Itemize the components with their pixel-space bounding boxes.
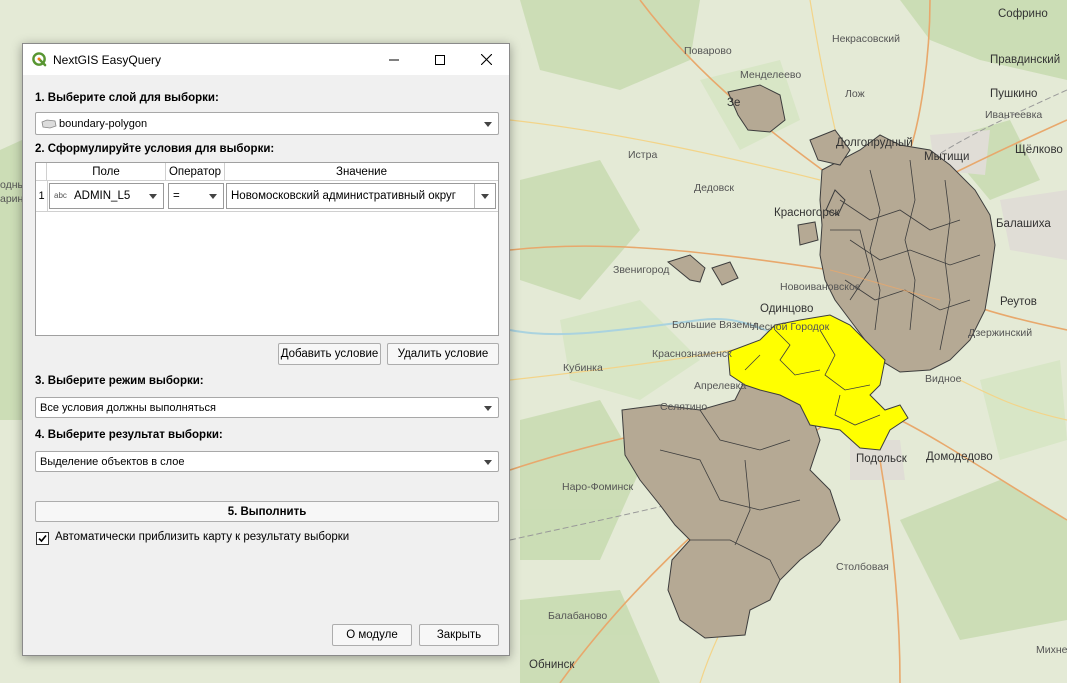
map-label-lozhki: Лож [845, 88, 865, 100]
map-label-reutov: Реутов [1000, 296, 1037, 308]
layer-select[interactable]: boundary-polygon [35, 112, 499, 135]
header-operator[interactable]: Оператор [166, 163, 225, 181]
map-label-krasnogorsk: Красногорск [774, 207, 840, 219]
field-select-value: ADMIN_L5 [74, 190, 131, 202]
chevron-down-icon [149, 194, 157, 199]
header-value[interactable]: Значение [225, 163, 498, 181]
map-label-istra: Истра [628, 149, 657, 161]
checkmark-icon [38, 534, 47, 543]
map-label-balabanovo: Балабаново [548, 610, 607, 622]
value-dropdown-button[interactable] [474, 184, 495, 208]
map-label-nekrasovsky: Некрасовский [832, 33, 900, 45]
map-label-sofrino: Софрино [998, 8, 1048, 20]
result-select[interactable]: Выделение объектов в слое [35, 451, 499, 472]
map-label-pravdinsky: Правдинский [990, 54, 1060, 66]
autozoom-label[interactable]: Автоматически приблизить карту к результ… [55, 531, 349, 543]
table-corner [36, 163, 47, 181]
step2-label: 2. Сформулируйте условия для выборки: [35, 143, 275, 155]
map-label-dedovsk: Дедовск [694, 182, 734, 194]
chevron-down-icon [484, 121, 492, 127]
map-label-zvenigorod: Звенигород [613, 264, 669, 276]
minimize-button[interactable] [371, 44, 417, 75]
map-label-ivanteevka: Ивантеевка [985, 109, 1042, 121]
delete-condition-button[interactable]: Удалить условие [387, 343, 499, 365]
close-window-button[interactable] [463, 44, 509, 75]
map-label-mendeleevo: Менделеево [740, 69, 801, 81]
row-number: 1 [36, 181, 48, 211]
text-type-icon: abc [54, 191, 67, 200]
close-icon [480, 54, 492, 65]
map-label-obninsk: Обнинск [529, 659, 575, 671]
step1-label: 1. Выберите слой для выборки: [35, 92, 219, 104]
map-label-aprelevka: Апрелевка [694, 380, 746, 392]
mode-select[interactable]: Все условия должны выполняться [35, 397, 499, 418]
map-label-domodedovo: Домодедово [926, 451, 993, 463]
about-button[interactable]: О модуле [332, 624, 412, 646]
minimize-icon [389, 59, 399, 60]
map-label-podolsk: Подольск [856, 453, 908, 465]
table-row: 1 abc ADMIN_L5 = Новомосковский админист… [36, 181, 498, 212]
maximize-icon [435, 54, 445, 65]
map-label-shchelkovo: Щёлково [1015, 144, 1063, 156]
map-label-mytishchi: Мытищи [924, 151, 969, 163]
map-label-krasnoznamensk: Краснознаменск [652, 348, 732, 360]
map-label-naro-fominsk: Наро-Фоминск [562, 481, 634, 493]
chevron-down-icon [484, 405, 492, 411]
map-label-dolgoprudny: Долгопрудный [836, 137, 913, 149]
step3-label: 3. Выберите режим выборки: [35, 375, 204, 387]
map-label-povarovo: Поварово [684, 45, 732, 57]
map-label-mikhnevo: Михнево [1036, 644, 1067, 656]
execute-button[interactable]: 5. Выполнить [35, 501, 499, 522]
header-field[interactable]: Поле [47, 163, 166, 181]
field-select[interactable]: abc ADMIN_L5 [49, 183, 164, 209]
map-label-selyatino: Селятино [660, 401, 707, 413]
window-title: NextGIS EasyQuery [53, 53, 162, 67]
qgis-logo-icon [32, 52, 47, 67]
mode-select-value: Все условия должны выполняться [40, 401, 216, 414]
map-label-lesnoy-gorodok: Лесной Городок [752, 321, 830, 333]
chevron-down-icon [209, 194, 217, 199]
close-button[interactable]: Закрыть [419, 624, 499, 646]
operator-select-value: = [173, 190, 180, 202]
map-label-bolshie-vyazemy: Большие Вяземы [672, 319, 757, 331]
conditions-table: Поле Оператор Значение 1 abc ADMIN_L5 = … [35, 162, 499, 336]
chevron-down-icon [484, 459, 492, 465]
value-select[interactable]: Новомосковский административный округ [226, 183, 496, 209]
map-label-odintsovo: Одинцово [760, 303, 813, 315]
step4-label: 4. Выберите результат выборки: [35, 429, 223, 441]
map-label-stolbovaya: Столбовая [836, 561, 889, 573]
autozoom-checkbox[interactable] [36, 532, 49, 545]
result-select-value: Выделение объектов в слое [40, 455, 185, 468]
chevron-down-icon [481, 194, 489, 199]
map-label-dzerzhinsky: Дзержинский [968, 327, 1032, 339]
easyquery-dialog: NextGIS EasyQuery 1. Выберите слой для в… [22, 43, 510, 656]
polygon-layer-icon [41, 119, 57, 129]
layer-select-value: boundary-polygon [59, 117, 148, 130]
map-label-balashikha: Балашиха [996, 218, 1051, 230]
operator-select[interactable]: = [168, 183, 224, 209]
map-label-novoivanovskoe: Новоивановское [780, 281, 861, 293]
map-label-kubinka: Кубинка [563, 362, 603, 374]
map-label-zelenograd: Зе [727, 97, 740, 109]
map-label-pushkino: Пушкино [990, 88, 1037, 100]
title-bar[interactable]: NextGIS EasyQuery [23, 44, 509, 75]
value-select-value: Новомосковский административный округ [231, 190, 456, 202]
add-condition-button[interactable]: Добавить условие [278, 343, 381, 365]
map-label-vidnoe: Видное [925, 373, 962, 385]
maximize-button[interactable] [417, 44, 463, 75]
